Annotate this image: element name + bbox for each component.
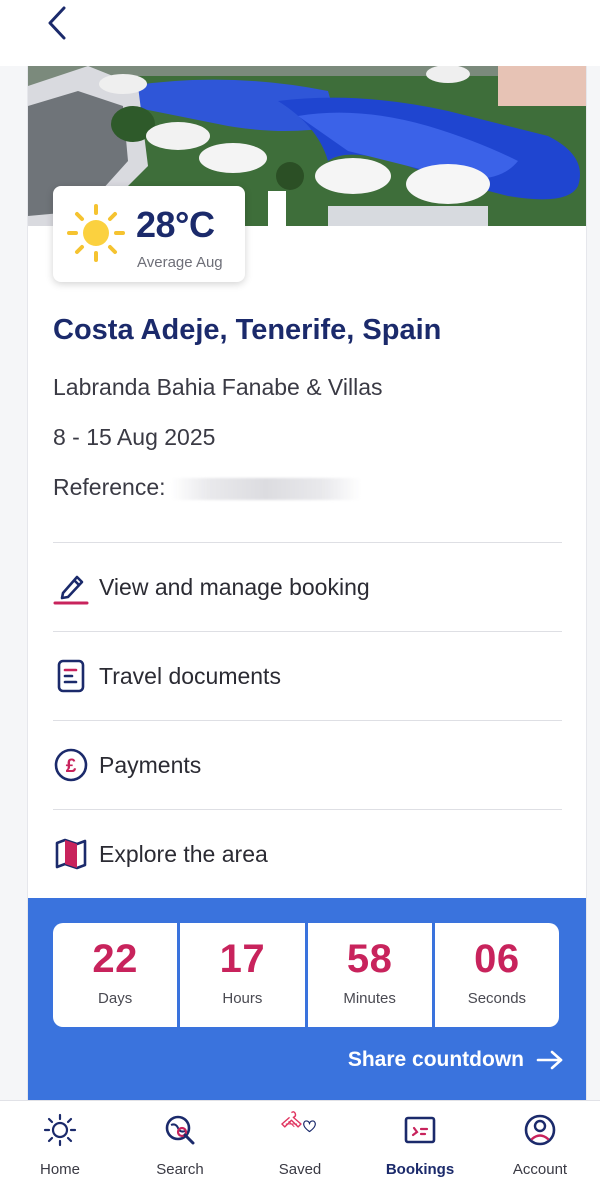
- arrow-right-icon: [536, 1050, 563, 1070]
- menu-label: Explore the area: [99, 840, 268, 867]
- countdown-minutes: 58 Minutes: [308, 923, 435, 1027]
- reference-redacted: [171, 478, 361, 500]
- tab-label: Search: [156, 1161, 204, 1178]
- weather-badge: 28°C Average Aug: [53, 186, 245, 282]
- tab-saved[interactable]: Saved: [240, 1101, 360, 1178]
- pound-coin-icon: £: [53, 747, 89, 783]
- manage-booking-link[interactable]: View and manage booking: [53, 542, 562, 631]
- countdown-hours: 17 Hours: [180, 923, 308, 1027]
- menu-label: View and manage booking: [99, 573, 370, 600]
- chevron-left-icon: [48, 6, 66, 40]
- tab-home[interactable]: Home: [0, 1101, 120, 1178]
- destination-title: Costa Adeje, Tenerife, Spain: [53, 314, 442, 346]
- tab-label: Saved: [278, 1161, 322, 1178]
- countdown-unit: Days: [98, 990, 133, 1007]
- payments-link[interactable]: £ Payments: [53, 720, 562, 809]
- sun-outline-icon: [41, 1111, 79, 1149]
- countdown-value: 58: [346, 937, 393, 981]
- tab-label: Account: [512, 1161, 568, 1178]
- search-globe-icon: [161, 1111, 199, 1149]
- temperature-value: 28°C: [136, 204, 215, 245]
- travel-documents-link[interactable]: Travel documents: [53, 631, 562, 720]
- map-icon: [53, 836, 89, 872]
- temperature-caption: Average Aug: [137, 254, 223, 271]
- countdown-unit: Minutes: [343, 990, 396, 1007]
- svg-text:£: £: [66, 756, 77, 777]
- hotel-name: Labranda Bahia Fanabe & Villas: [53, 374, 383, 400]
- tab-label: Home: [39, 1161, 80, 1178]
- bottom-tab-bar: Home Search Saved Bookings Account: [0, 1100, 600, 1178]
- tab-label: Bookings: [385, 1161, 455, 1178]
- booking-card: 28°C Average Aug Costa Adeje, Tenerife, …: [27, 66, 587, 1102]
- share-countdown-label: Share countdown: [347, 1048, 524, 1071]
- countdown-value: 06: [474, 937, 520, 981]
- tab-bookings[interactable]: Bookings: [360, 1101, 480, 1178]
- countdown-value: 22: [92, 937, 138, 981]
- countdown-seconds: 06 Seconds: [435, 923, 559, 1027]
- sun-icon: [67, 204, 125, 262]
- countdown-value: 17: [219, 937, 266, 981]
- countdown-unit: Hours: [222, 990, 263, 1007]
- menu-label: Payments: [99, 751, 202, 778]
- share-countdown-button[interactable]: Share countdown: [348, 1048, 564, 1072]
- booking-dates: 8 - 15 Aug 2025: [53, 424, 216, 450]
- countdown-timer: 22 Days 17 Hours 58 Minutes 06 Seconds: [53, 923, 559, 1027]
- explore-area-link[interactable]: Explore the area: [53, 809, 562, 898]
- tab-search[interactable]: Search: [120, 1101, 240, 1178]
- menu-label: Travel documents: [99, 662, 281, 689]
- countdown-unit: Seconds: [467, 990, 527, 1007]
- account-icon: [521, 1111, 559, 1149]
- back-button[interactable]: [36, 2, 78, 44]
- heart-icon: [281, 1111, 319, 1149]
- reference-label: Reference:: [53, 474, 166, 500]
- countdown-days: 22 Days: [53, 923, 181, 1027]
- countdown-panel: 22 Days 17 Hours 58 Minutes 06 Seconds S…: [28, 898, 586, 1102]
- top-bar: [0, 0, 600, 66]
- ticket-icon: [401, 1111, 439, 1149]
- pencil-icon: [53, 569, 89, 605]
- document-icon: [53, 658, 89, 694]
- tab-account[interactable]: Account: [480, 1101, 600, 1178]
